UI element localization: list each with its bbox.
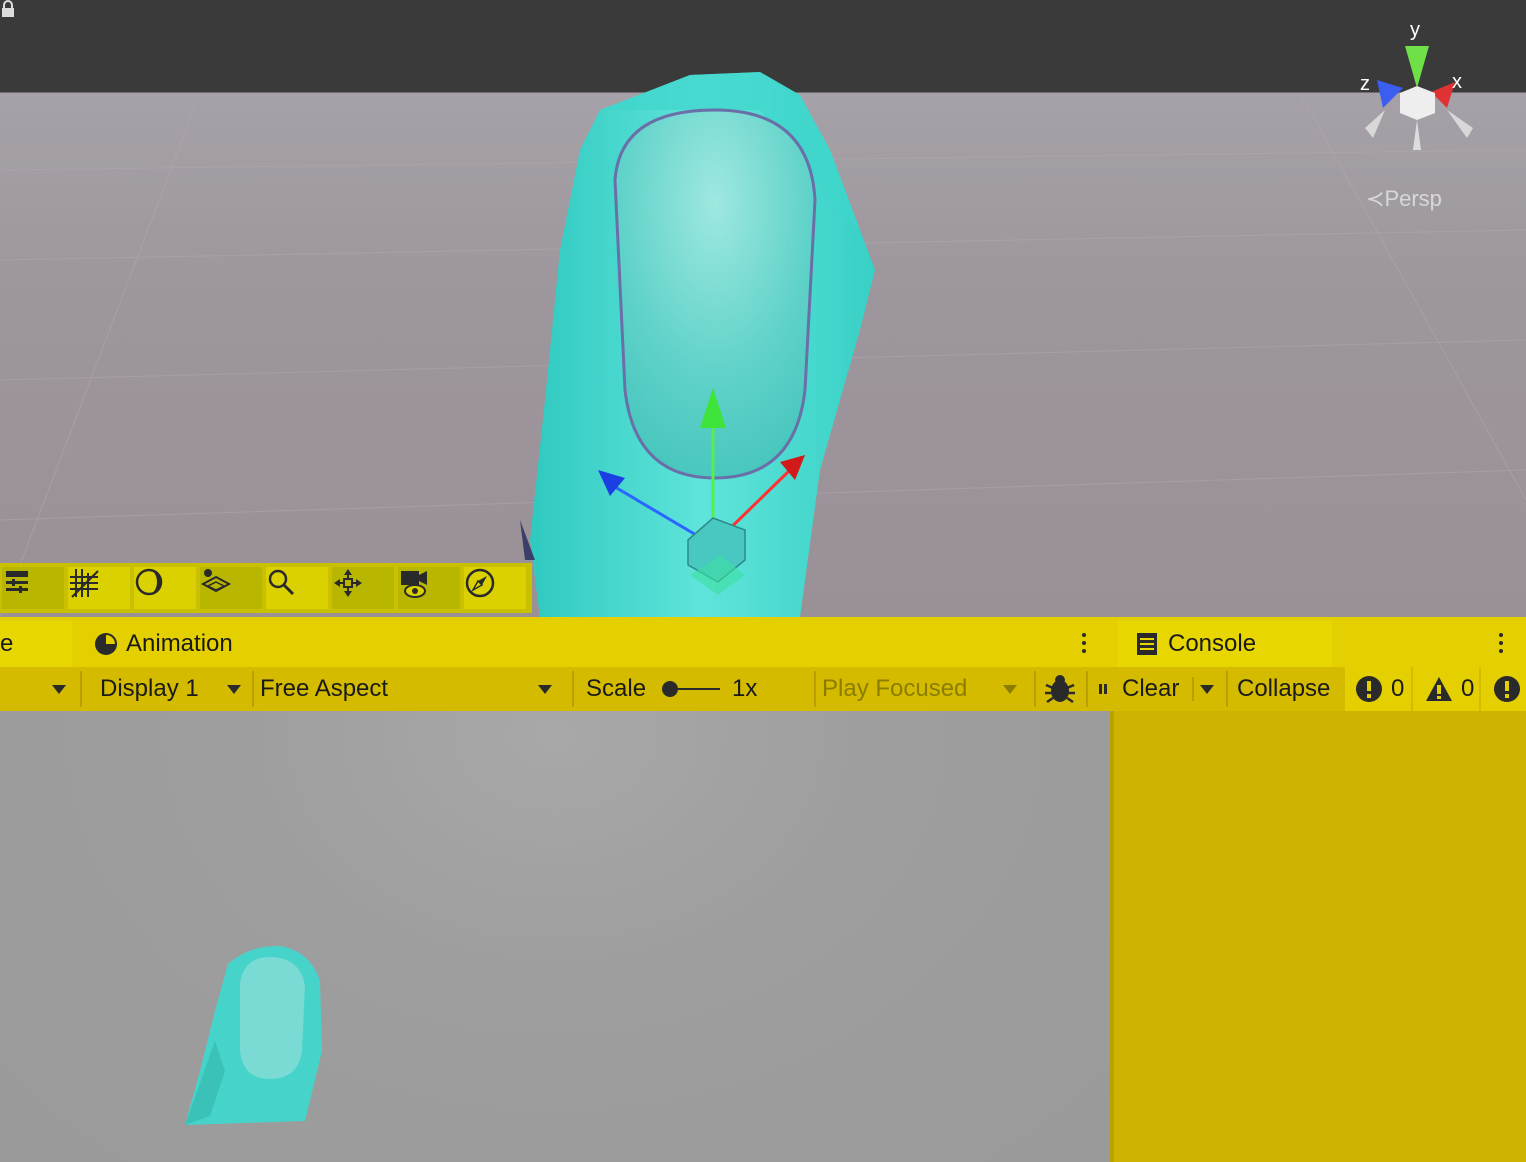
- more-options-icon[interactable]: [1081, 633, 1087, 657]
- chevron-down-icon: [226, 684, 241, 694]
- play-mode-dropdown[interactable]: Play Focused: [822, 667, 1030, 711]
- scale-value-text: 1x: [732, 675, 758, 702]
- camera-visibility-button[interactable]: [398, 567, 460, 609]
- panel-tab-bar: e Animation Console: [0, 617, 1526, 667]
- shading-mode-icon: [135, 568, 163, 596]
- warning-filter-toggle[interactable]: 0: [1413, 667, 1479, 711]
- orientation-gizmo[interactable]: y x z: [1355, 18, 1485, 158]
- chevron-down-icon: [52, 684, 66, 694]
- view-dropdown[interactable]: [52, 667, 78, 711]
- collapse-label: Collapse: [1237, 675, 1331, 702]
- layers-button[interactable]: [200, 567, 262, 609]
- stats-toggle[interactable]: [1098, 667, 1110, 711]
- shading-mode-button[interactable]: [134, 567, 196, 609]
- chevron-left-icon: ≺: [1366, 186, 1385, 211]
- tab-animation-label: Animation: [126, 630, 233, 657]
- scene-overlay-toolbar: [0, 563, 532, 613]
- move-tool-icon: [334, 569, 362, 597]
- tab-partial[interactable]: e: [0, 621, 72, 667]
- clear-button[interactable]: Clear: [1122, 667, 1194, 711]
- console-icon: [1137, 633, 1157, 655]
- play-mode-label: Play Focused: [822, 675, 968, 702]
- tab-console[interactable]: Console: [1118, 621, 1332, 667]
- projection-toggle[interactable]: ≺Persp: [1366, 186, 1442, 212]
- divider: [1034, 671, 1036, 707]
- gizmo-x-label: x: [1452, 71, 1462, 93]
- divider: [252, 671, 254, 707]
- tool-settings-icon: [6, 571, 28, 593]
- gizmo-y-label: y: [1410, 19, 1420, 41]
- compass-button[interactable]: [464, 567, 526, 609]
- grid-snapping-button[interactable]: [68, 567, 130, 609]
- collapse-toggle[interactable]: Collapse: [1237, 667, 1341, 711]
- console-log-area[interactable]: [1110, 711, 1526, 1162]
- tab-console-label: Console: [1168, 630, 1257, 657]
- scene-view[interactable]: y x z ≺Persp: [0, 0, 1526, 617]
- aspect-label: Free Aspect: [260, 675, 389, 702]
- clock-icon: [95, 633, 117, 655]
- move-tool-button[interactable]: [332, 567, 394, 609]
- info-filter-toggle[interactable]: [1481, 667, 1526, 711]
- stats-icon: [1099, 684, 1107, 694]
- chevron-down-icon: [1200, 684, 1214, 694]
- gizmo-z-label: z: [1360, 73, 1370, 95]
- divider: [1086, 671, 1088, 707]
- tab-animation[interactable]: Animation: [78, 621, 294, 667]
- scale-slider[interactable]: [660, 667, 722, 711]
- info-icon: [1494, 676, 1520, 702]
- error-filter-toggle[interactable]: 0: [1345, 667, 1411, 711]
- scale-label-text: Scale: [586, 675, 647, 702]
- chevron-down-icon: [538, 684, 553, 694]
- camera-visibility-icon: [401, 571, 427, 598]
- console-more-options-icon[interactable]: [1498, 633, 1504, 657]
- game-view[interactable]: [0, 711, 1110, 1162]
- projection-label: Persp: [1384, 186, 1442, 211]
- divider: [1192, 677, 1194, 701]
- tool-settings-button[interactable]: [2, 567, 64, 609]
- display-label: Display 1: [100, 675, 199, 702]
- search-button[interactable]: [266, 567, 328, 609]
- scale-label: Scale: [586, 667, 656, 711]
- display-dropdown[interactable]: Display 1: [100, 667, 250, 711]
- game-and-console-toolbar: Display 1 Free Aspect Scale 1x Play Focu…: [0, 667, 1526, 713]
- warning-icon: [1426, 677, 1452, 701]
- compass-icon: [465, 568, 495, 598]
- divider: [1226, 671, 1228, 707]
- slider-track: [662, 681, 720, 697]
- error-icon: [1356, 676, 1382, 702]
- game-canvas[interactable]: [0, 711, 1110, 1162]
- tab-partial-label: e: [0, 630, 14, 657]
- divider: [80, 671, 82, 707]
- grid-snapping-icon: [70, 569, 99, 598]
- error-count: 0: [1391, 675, 1405, 702]
- bug-icon: [1045, 675, 1075, 704]
- clear-options-dropdown[interactable]: [1200, 667, 1222, 711]
- scene-canvas[interactable]: [0, 0, 1526, 617]
- aspect-dropdown[interactable]: Free Aspect: [260, 667, 566, 711]
- search-icon: [268, 569, 295, 596]
- clear-label: Clear: [1122, 675, 1180, 702]
- scale-value: 1x: [732, 667, 792, 711]
- layers-icon: [200, 569, 232, 593]
- chevron-down-icon: [1003, 684, 1018, 694]
- debug-button[interactable]: [1044, 667, 1078, 711]
- divider: [572, 671, 574, 707]
- warning-count: 0: [1461, 675, 1475, 702]
- divider: [814, 671, 816, 707]
- lock-icon[interactable]: [0, 0, 16, 18]
